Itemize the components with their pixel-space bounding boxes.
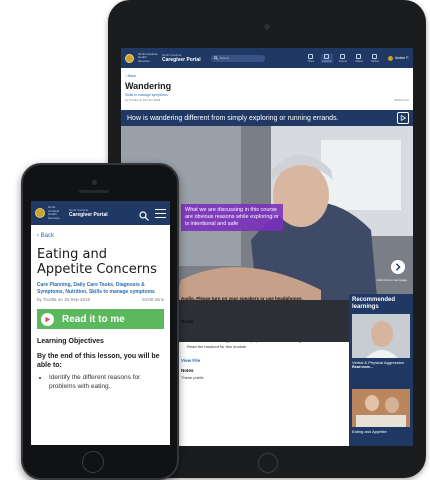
view-file-link[interactable]: View File [181,358,343,363]
phone-speaker [79,190,109,193]
recommended-title: Recommended learnings [352,297,396,310]
intro-text: This Clinton Health Series helps you dev… [181,303,342,314]
objectives-heading: Learning Objectives [37,338,104,345]
phone-device: North Carolina Health Services North Car… [21,163,179,480]
lesson-tags[interactable]: Care Planning, Daily Care Tasks, Diagnos… [31,277,170,296]
videos-icon [356,53,362,59]
logo-icon [35,208,45,218]
back-link[interactable]: ‹ Back [31,225,170,239]
nav-videos[interactable]: Videos [353,53,365,63]
goals-list: What wandering looks like in a person wi… [181,326,343,350]
recommended-panel: Recommended learnings Verbal & Physical … [349,294,413,446]
audio-notice: Audio. Please turn on your speakers or u… [181,296,303,301]
avatar [387,55,393,61]
brand-name: Caregiver Portal [162,57,201,63]
nav-label: Home [307,59,315,63]
video-caption: What we are discussing in this course ar… [181,204,283,231]
org-name: North Carolina Health Services [48,205,60,220]
user-menu[interactable]: Amber F. [387,55,409,61]
goals-heading: Goals [181,319,194,324]
tablet-navbar: North Carolina Health Services North Car… [121,48,413,68]
lesson-meta: by Truslta on 02-Nov-2018 05:00 mins [121,97,413,102]
list-item: Read the handout for this module [187,344,343,350]
notes-text: These public [181,375,204,380]
search-input[interactable]: Search [210,54,265,62]
nav-icons: Home Lessons Events Videos Stories [305,53,381,63]
next-page-label: Click here to next page [376,278,407,282]
duration: 04:00 mins [141,297,164,302]
back-link[interactable]: ‹ Back [121,68,413,78]
byline: by Truslta on 02-Nov-2018 [125,98,161,102]
nav-stories[interactable]: Stories [369,53,381,63]
lessons-icon [324,53,330,59]
play-icon[interactable] [397,112,409,124]
read-button-label: Read it to me [62,313,125,325]
portal-brand[interactable]: North Carolina Caregiver Portal [162,53,201,63]
nav-label: Lessons [322,59,332,63]
phone-camera [92,180,97,185]
hamburger-menu-icon[interactable] [155,208,166,218]
nav-label: Stories [371,59,379,63]
nav-label: Events [339,59,347,63]
recommended-item-label[interactable]: Eating and Appetite [352,429,410,434]
home-icon [308,53,314,59]
search-placeholder: Search [219,56,230,60]
search-icon[interactable] [139,208,149,221]
tablet-camera [264,24,270,30]
tablet-home-button [258,453,278,473]
logo-icon [125,53,134,63]
nav-lessons[interactable]: Lessons [320,53,333,63]
nav-label: Videos [355,59,363,63]
page-title: Wandering [125,81,172,91]
page-title: Eating and Appetite Concerns [37,247,157,277]
video-title: How is wandering different from simply e… [127,114,339,122]
read-more-link[interactable]: Read more... [352,365,410,369]
objectives-list: Identify the different reasons for probl… [31,370,170,391]
phone-navbar: North Carolina Health Services North Car… [31,201,170,225]
search-icon [213,56,218,60]
org-name: North Carolina Health Services [138,51,158,63]
events-icon [340,53,346,59]
objectives-intro: By the end of this lesson, you will be a… [37,353,160,369]
byline: by Truslta on 16-Sep-2019 [37,297,91,302]
duration: 05:00 mins [394,98,409,102]
device-mockup: North Carolina Health Services North Car… [0,0,430,480]
stories-icon [372,53,378,59]
nav-home[interactable]: Home [305,53,317,63]
notes-heading: Notes [181,368,194,373]
recommended-thumbnail[interactable] [352,314,410,358]
portal-brand[interactable]: North Carolina Caregiver Portal [69,208,108,218]
user-name: Amber F. [394,56,409,60]
nav-events[interactable]: Events [337,53,349,63]
play-icon [41,312,54,326]
video-title-bar: How is wandering different from simply e… [121,110,413,126]
read-it-to-me-button[interactable]: Read it to me [37,309,164,329]
recommended-thumbnail[interactable] [352,389,410,427]
next-arrow-icon[interactable] [391,260,405,274]
thumbnail-image [352,314,410,358]
list-item: Identify the different reasons for probl… [49,373,164,391]
phone-screen: North Carolina Health Services North Car… [31,201,170,445]
brand-name: Caregiver Portal [69,212,108,218]
phone-home-button [82,451,104,473]
lesson-meta: by Truslta on 16-Sep-2019 04:00 mins [31,296,170,302]
thumbnail-image [352,389,410,427]
